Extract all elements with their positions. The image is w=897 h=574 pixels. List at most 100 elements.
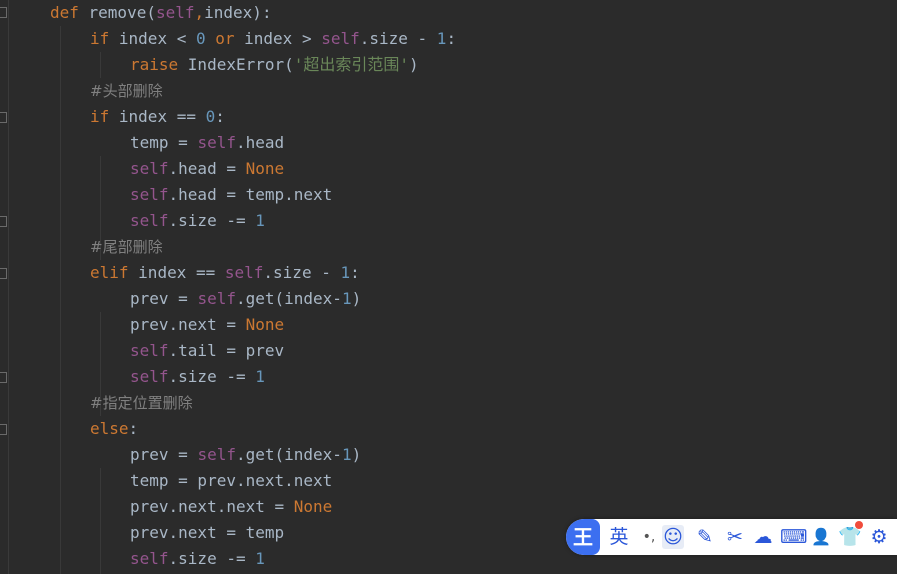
code-token: .tail = prev [168, 341, 285, 360]
fold-marker-icon[interactable] [0, 372, 7, 383]
code-line[interactable]: prev.next = None [130, 312, 284, 338]
code-line[interactable]: #头部删除 [90, 78, 163, 104]
code-token: ) [409, 55, 419, 74]
editor-gutter [0, 0, 9, 574]
code-token: : [215, 107, 225, 126]
code-token: self [130, 367, 169, 386]
code-token: if [90, 29, 119, 48]
code-token: prev.next = [130, 315, 246, 334]
code-line[interactable]: #尾部删除 [90, 234, 163, 260]
code-line[interactable]: self.head = None [130, 156, 284, 182]
ime-logo[interactable]: 王 [566, 519, 600, 555]
code-token: .size -= [168, 549, 256, 568]
code-token: 1 [255, 211, 265, 230]
code-token: IndexError( [187, 55, 294, 74]
code-token: self [130, 211, 169, 230]
code-line[interactable]: temp = prev.next.next [130, 468, 332, 494]
code-token: remove( [88, 3, 156, 22]
code-line[interactable]: prev.next = temp [130, 520, 284, 546]
code-token: elif [90, 263, 139, 282]
code-token: self [321, 29, 360, 48]
code-token: temp = [130, 133, 198, 152]
keyboard-icon[interactable]: ⌨ [780, 525, 807, 549]
code-token: #指定位置删除 [90, 394, 193, 412]
code-token: #尾部删除 [90, 238, 163, 256]
code-line[interactable]: if index < 0 or index > self.size - 1: [90, 26, 456, 52]
code-token: index > [244, 29, 322, 48]
code-line[interactable]: else: [90, 416, 138, 442]
scissors-icon[interactable]: ✂ [724, 525, 746, 549]
code-token: self [197, 133, 236, 152]
code-token: #头部删除 [90, 82, 163, 100]
code-token: '超出索引范围' [293, 55, 410, 74]
fold-marker-icon[interactable] [0, 7, 7, 18]
settings-gear-icon[interactable]: ⚙ [868, 525, 890, 549]
code-token: self [155, 3, 195, 22]
code-line[interactable]: def remove(self,index): [50, 0, 272, 26]
code-token: 1 [255, 549, 265, 568]
code-token: .size - [263, 263, 341, 282]
code-token: .get(index- [235, 289, 342, 308]
code-token: .size -= [168, 211, 256, 230]
code-token: None [245, 159, 285, 178]
ime-language-toggle[interactable]: 英 [608, 525, 630, 549]
code-line[interactable]: self.size -= 1 [130, 546, 265, 572]
code-token: .head = [168, 159, 246, 178]
fold-marker-icon[interactable] [0, 268, 7, 279]
code-token: self [224, 263, 264, 282]
code-token: index == [138, 263, 225, 282]
code-token: .size -= [168, 367, 256, 386]
code-line[interactable]: prev.next.next = None [130, 494, 332, 520]
code-token: ) [351, 289, 362, 308]
code-token: if [90, 107, 119, 126]
code-token: None [245, 315, 285, 334]
code-token: : [446, 29, 457, 48]
code-token: , [194, 3, 205, 22]
code-token: raise [130, 55, 188, 74]
fold-marker-icon[interactable] [0, 216, 7, 227]
code-line[interactable]: prev = self.get(index-1) [130, 442, 361, 468]
code-line[interactable]: prev = self.get(index-1) [130, 286, 361, 312]
code-token: 0 [195, 29, 216, 48]
code-token: .size - [359, 29, 437, 48]
code-line[interactable]: self.tail = prev [130, 338, 284, 364]
code-token: .head = temp.next [168, 185, 333, 204]
indent-guide [60, 26, 61, 574]
code-token: temp = prev.next.next [130, 471, 333, 490]
code-token: .head [235, 133, 285, 152]
code-line[interactable]: self.head = temp.next [130, 182, 332, 208]
code-line[interactable]: self.size -= 1 [130, 208, 265, 234]
code-line[interactable]: self.size -= 1 [130, 364, 265, 390]
code-token: prev.next = temp [130, 523, 285, 542]
code-token: 1 [340, 263, 351, 282]
emoji-icon[interactable]: ☺ [662, 525, 684, 549]
fold-marker-icon[interactable] [0, 112, 7, 123]
ime-punctuation-toggle[interactable]: •, [638, 525, 660, 549]
code-token: index): [204, 3, 272, 22]
code-token: else [90, 419, 129, 438]
code-token: self [130, 341, 169, 360]
code-token: 1 [436, 29, 447, 48]
indent-guide [100, 52, 101, 78]
fold-marker-icon[interactable] [0, 424, 7, 435]
code-token: or [215, 29, 245, 48]
code-token: self [197, 445, 236, 464]
code-token: ) [351, 445, 362, 464]
cloud-icon[interactable]: ☁ [752, 525, 774, 549]
indent-guide [100, 468, 101, 574]
code-token: index == [118, 107, 206, 126]
code-token: prev = [130, 289, 198, 308]
code-line[interactable]: temp = self.head [130, 130, 284, 156]
code-line[interactable]: #指定位置删除 [90, 390, 193, 416]
code-token: 0 [205, 107, 216, 126]
code-line[interactable]: raise IndexError('超出索引范围') [130, 52, 419, 78]
code-token: : [128, 419, 139, 438]
code-line[interactable]: elif index == self.size - 1: [90, 260, 360, 286]
code-token: prev.next.next = [130, 497, 294, 516]
user-icon[interactable]: 👤 [810, 525, 832, 549]
handwrite-pen-icon[interactable]: ✎ [694, 525, 716, 549]
code-line[interactable]: if index == 0: [90, 104, 225, 130]
code-token: self [130, 159, 169, 178]
code-token: .get(index- [235, 445, 342, 464]
code-token: self [130, 185, 169, 204]
